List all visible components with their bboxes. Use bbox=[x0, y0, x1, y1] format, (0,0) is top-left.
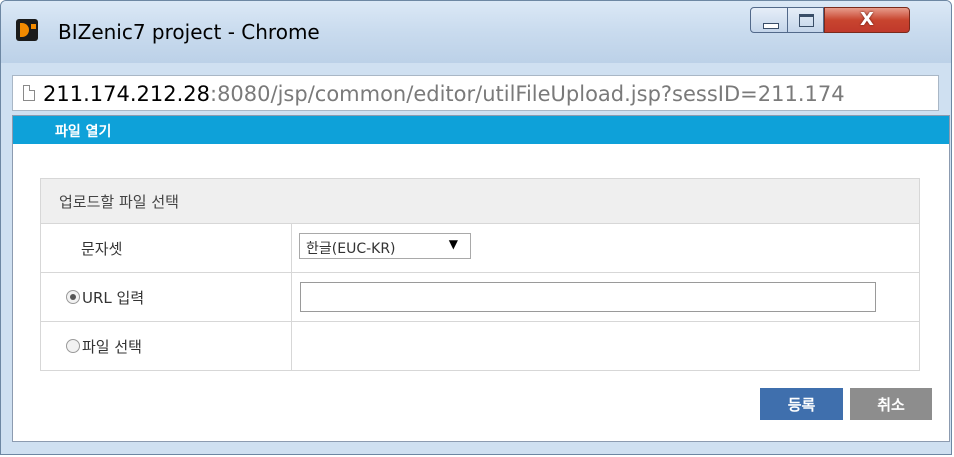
charset-select[interactable]: 한글(EUC-KR) ▼ bbox=[299, 233, 471, 259]
browser-window: BIZenic7 project - Chrome X 211.174.212.… bbox=[0, 0, 952, 455]
dialog-title: 파일 열기 bbox=[55, 124, 112, 140]
url-host: 211.174.212.28 bbox=[43, 82, 210, 106]
file-option-cell: 파일 선택 bbox=[40, 321, 292, 371]
url-option-cell: URL 입력 bbox=[40, 272, 292, 322]
dialog-header: 파일 열기 bbox=[13, 116, 949, 144]
close-button[interactable]: X bbox=[824, 7, 910, 33]
minimize-button[interactable] bbox=[750, 7, 788, 33]
page-icon bbox=[23, 85, 35, 101]
close-icon: X bbox=[860, 9, 874, 30]
file-select-cell bbox=[291, 321, 920, 371]
file-radio[interactable] bbox=[66, 338, 80, 353]
dialog-content: 파일 열기 업로드할 파일 선택 문자셋 한글(EUC-KR) ▼ URL 입력… bbox=[12, 115, 950, 442]
minimize-icon bbox=[763, 23, 779, 29]
file-option-label: 파일 선택 bbox=[82, 337, 142, 356]
maximize-button[interactable] bbox=[787, 7, 824, 33]
maximize-icon bbox=[799, 14, 814, 27]
charset-value-cell: 한글(EUC-KR) ▼ bbox=[291, 223, 920, 273]
section-header: 업로드할 파일 선택 bbox=[40, 178, 920, 224]
url-option-label: URL 입력 bbox=[82, 288, 145, 307]
charset-label-cell: 문자셋 bbox=[40, 223, 292, 273]
charset-label: 문자셋 bbox=[81, 239, 123, 258]
url-text: 211.174.212.28:8080/jsp/common/editor/ut… bbox=[43, 82, 845, 106]
url-radio[interactable] bbox=[66, 289, 80, 304]
address-bar[interactable]: 211.174.212.28:8080/jsp/common/editor/ut… bbox=[12, 75, 939, 111]
app-logo-icon bbox=[16, 19, 38, 41]
url-input-cell bbox=[291, 272, 920, 322]
window-frame-bottom bbox=[1, 442, 951, 454]
window-title: BIZenic7 project - Chrome bbox=[58, 20, 320, 44]
upload-form: 업로드할 파일 선택 문자셋 한글(EUC-KR) ▼ URL 입력 파일 선택 bbox=[40, 178, 920, 371]
title-bar[interactable]: BIZenic7 project - Chrome X bbox=[1, 1, 951, 63]
caret-down-icon: ▼ bbox=[448, 237, 458, 251]
cancel-button[interactable]: 취소 bbox=[850, 388, 932, 420]
url-input[interactable] bbox=[300, 282, 876, 312]
charset-selected: 한글(EUC-KR) bbox=[306, 241, 396, 257]
url-path: :8080/jsp/common/editor/utilFileUpload.j… bbox=[210, 82, 845, 106]
register-button[interactable]: 등록 bbox=[760, 388, 843, 420]
